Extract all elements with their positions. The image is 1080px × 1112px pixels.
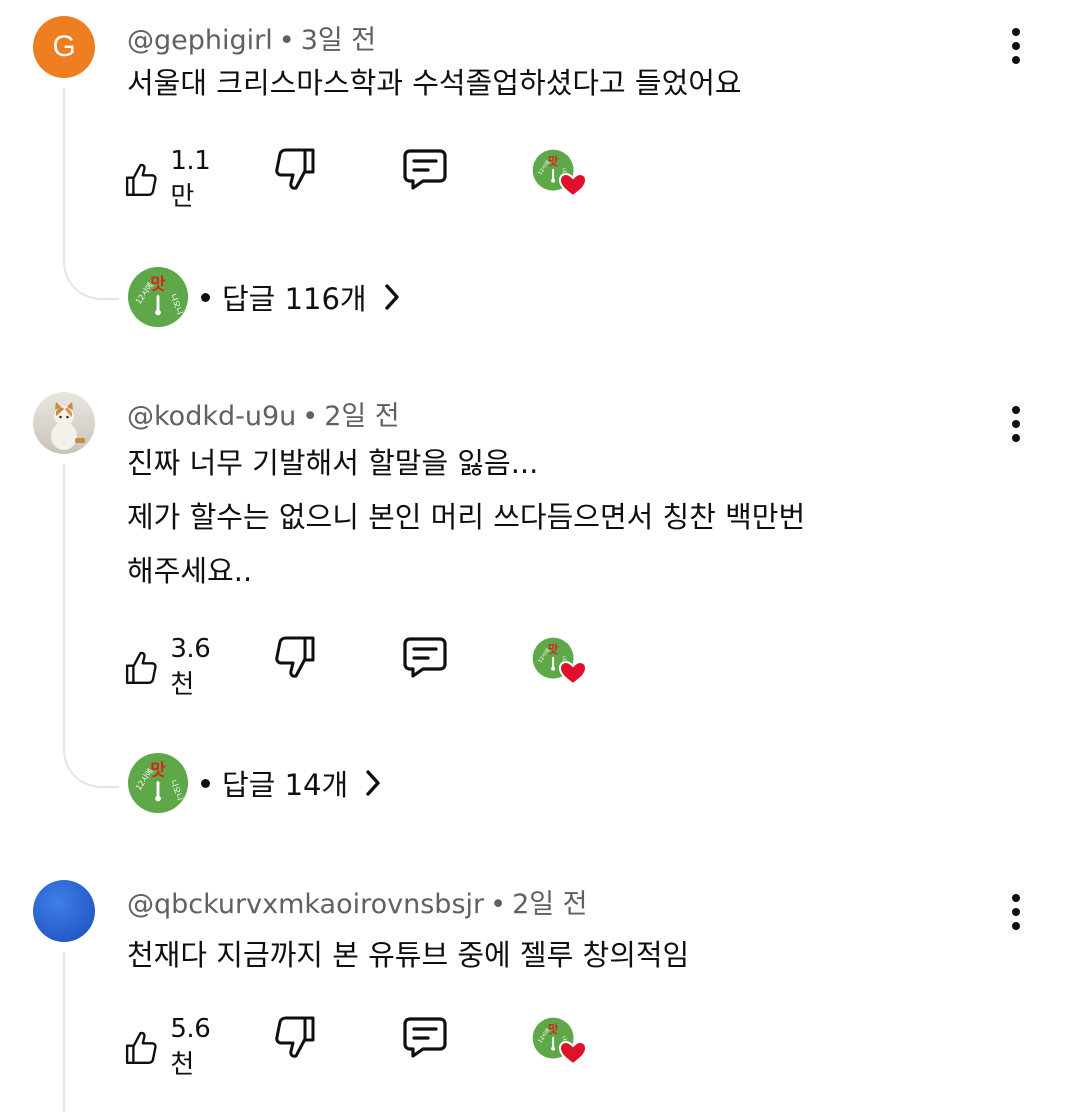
thread-line	[63, 464, 65, 746]
comment-icon	[403, 1017, 447, 1058]
comment-time[interactable]: 2일 전	[324, 401, 399, 432]
more-vert-icon[interactable]	[1002, 892, 1030, 932]
comment-icon	[403, 637, 447, 678]
comment-text: 진짜 너무 기발해서 할말을 잃음... 제가 할수는 없으니 본인 머리 쓰다…	[127, 446, 806, 588]
comment-meta: @qbckurvxmkaoirovnsbsjr • 2일 전	[127, 889, 588, 920]
reply-button[interactable]	[402, 146, 448, 192]
avatar[interactable]: G	[33, 16, 95, 78]
comment-time[interactable]: 2일 전	[512, 889, 587, 920]
thread-line	[63, 88, 65, 258]
view-replies-button[interactable]: 답글 14개	[127, 751, 382, 815]
more-vert-icon[interactable]	[1002, 404, 1030, 444]
thumbs-up-icon	[125, 651, 157, 684]
thumbs-up-icon	[125, 1031, 157, 1064]
avatar[interactable]	[33, 392, 95, 454]
like-count: 3.6천	[170, 634, 211, 700]
comment-text: 천재다 지금까지 본 유튜브 중에 젤루 창의적임	[127, 938, 690, 972]
thumbs-down-icon	[275, 148, 315, 190]
reply-button[interactable]	[402, 1014, 448, 1060]
author-handle[interactable]: @gephigirl	[127, 25, 273, 56]
cat-photo	[51, 402, 85, 450]
dislike-button[interactable]	[273, 634, 317, 680]
creator-heart-icon	[532, 637, 588, 686]
dislike-button[interactable]	[273, 1014, 317, 1060]
like-button[interactable]: 1.1만	[124, 146, 220, 213]
creator-heart-icon	[532, 149, 588, 198]
comment-meta: @gephigirl • 3일 전	[127, 25, 377, 56]
thread-line	[63, 952, 65, 1112]
comment-time[interactable]: 3일 전	[301, 25, 376, 56]
thread-connector	[63, 256, 119, 300]
view-replies-button[interactable]: 답글 116개	[127, 265, 401, 329]
avatar-letter: G	[52, 30, 76, 63]
dislike-button[interactable]	[273, 146, 317, 192]
like-count: 1.1만	[170, 146, 211, 212]
replies-count: 답글 116개	[222, 282, 367, 316]
thumbs-up-icon	[125, 163, 157, 196]
like-button[interactable]: 3.6천	[124, 634, 220, 701]
comment-meta: @kodkd-u9u • 2일 전	[127, 401, 400, 432]
like-count: 5.6천	[170, 1014, 211, 1080]
reply-button[interactable]	[402, 634, 448, 680]
thumbs-down-icon	[275, 1016, 315, 1058]
replies-count: 답글 14개	[222, 768, 349, 802]
comment-text: 서울대 크리스마스학과 수석졸업하셨다고 들었어요	[127, 66, 742, 100]
avatar[interactable]	[33, 880, 95, 942]
chevron-right-icon	[384, 284, 399, 310]
more-vert-icon[interactable]	[1002, 26, 1030, 66]
creator-avatar	[127, 752, 189, 814]
comment-icon	[403, 149, 447, 190]
thumbs-down-icon	[275, 636, 315, 678]
like-button[interactable]: 5.6천	[124, 1014, 220, 1081]
author-handle[interactable]: @qbckurvxmkaoirovnsbsjr	[127, 889, 484, 920]
chevron-right-icon	[366, 770, 380, 796]
creator-heart-icon	[532, 1017, 588, 1066]
creator-avatar	[127, 266, 189, 328]
thread-connector	[63, 744, 119, 788]
author-handle[interactable]: @kodkd-u9u	[127, 401, 296, 432]
